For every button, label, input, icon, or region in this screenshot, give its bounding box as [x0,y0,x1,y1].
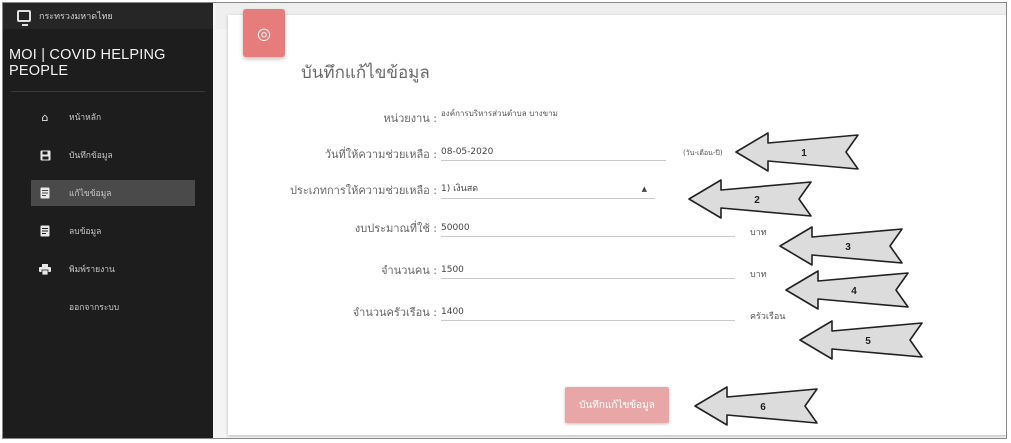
home-icon: ⌂ [41,110,49,124]
field-row-budget: งบประมาณที่ใช้ : [228,213,437,235]
date-format-hint: (วัน-เดือน-ปี) [683,149,723,157]
field-row-households: จำนวนครัวเรือน : [228,297,437,319]
ministry-name: กระทรวงมหาดไทย [39,12,113,22]
save-edit-button[interactable]: บันทึกแก้ไขข้อมูล [565,387,669,423]
field-row-date: วันที่ให้ความช่วยเหลือ : [228,139,437,161]
date-label: วันที่ให้ความช่วยเหลือ : [324,148,437,161]
sidebar-item-label: แก้ไขข้อมูล [69,189,112,199]
people-label: จำนวนคน : [381,264,437,277]
callout-number: 3 [845,242,851,253]
callout-arrow-3: 3 [778,225,904,267]
sidebar: กระทรวงมหาดไทย MOI | COVID HELPING PEOPL… [3,3,213,438]
document-icon [39,187,51,199]
sidebar-item-delete[interactable]: ลบข้อมูล [3,218,213,244]
budget-input[interactable]: 50000 [441,217,735,237]
sidebar-item-label: พิมพ์รายงาน [69,265,115,275]
main-area: ◎ บันทึกแก้ไขข้อมูล หน่วยงาน : องค์การบร… [216,3,1006,438]
agency-label: หน่วยงาน : [383,112,437,125]
monitor-icon [17,10,31,26]
page-title: บันทึกแก้ไขข้อมูล [301,63,430,83]
households-input[interactable]: 1400 [441,301,735,321]
callout-number: 6 [760,402,766,413]
households-label: จำนวนครัวเรือน : [352,306,437,319]
date-input[interactable]: 08-05-2020 [441,141,666,161]
app-title: MOI | COVID HELPING PEOPLE [9,47,166,79]
sidebar-item-label: บันทึกข้อมูล [69,151,113,161]
sidebar-item-label: ออกจากระบบ [69,303,120,313]
people-count-input[interactable]: 1500 [441,259,735,279]
callout-arrow-4: 4 [784,269,910,311]
sidebar-menu: ⌂ หน้าหลัก บันทึกข้อมูล แก้ไขข้อมูล ลบข้… [3,92,213,320]
chevron-up-icon: ▲ [641,185,647,193]
agency-value: องค์การบริหารส่วนตำบล บางขาม [441,109,558,118]
field-row-type: ประเภทการให้ความช่วยเหลือ : [228,175,437,197]
field-row-agency: หน่วยงาน : [228,103,437,125]
callout-arrow-5: 5 [798,319,924,361]
sidebar-item-logout[interactable]: ออกจากระบบ [3,294,213,320]
sidebar-item-label: ลบข้อมูล [69,227,102,237]
document-icon [39,225,51,237]
save-icon [39,149,51,161]
callout-number: 5 [865,336,871,347]
field-row-people: จำนวนคน : [228,255,437,277]
printer-icon [39,263,51,275]
people-unit: บาท [750,270,767,280]
callout-number: 2 [754,195,760,206]
assistance-type-value: 1) เงินสด [441,184,479,194]
callout-arrow-1: 1 [734,131,860,173]
households-unit: ครัวเรือน [750,312,786,322]
callout-number: 4 [851,286,857,297]
sidebar-item-edit[interactable]: แก้ไขข้อมูล [31,180,195,206]
screenshot-frame: กระทรวงมหาดไทย MOI | COVID HELPING PEOPL… [2,2,1007,439]
sidebar-item-label: หน้าหลัก [69,113,102,123]
budget-label: งบประมาณที่ใช้ : [354,222,437,235]
sidebar-item-save[interactable]: บันทึกข้อมูล [3,142,213,168]
callout-arrow-6: 6 [693,385,819,427]
callout-number: 1 [801,148,807,159]
globe-icon: ◎ [243,9,285,57]
callout-arrow-2: 2 [687,178,813,220]
budget-unit: บาท [750,228,767,238]
sidebar-item-home[interactable]: ⌂ หน้าหลัก [3,104,213,130]
sidebar-item-print[interactable]: พิมพ์รายงาน [3,256,213,282]
type-label: ประเภทการให้ความช่วยเหลือ : [289,184,437,197]
assistance-type-select[interactable]: 1) เงินสด ▲ [441,179,655,199]
sidebar-brand: กระทรวงมหาดไทย [3,3,213,29]
